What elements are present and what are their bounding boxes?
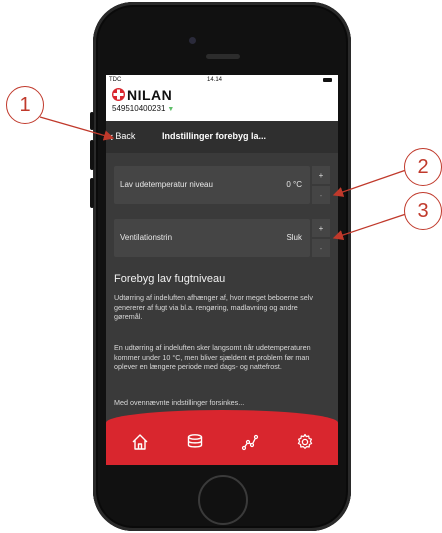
carrier-label: TDC [109,77,122,83]
info-paragraph: En udtørring af indeluften sker langsomt… [114,343,311,371]
phone-mute-switch [90,112,94,130]
back-button[interactable]: ‹ Back [109,128,136,144]
increase-button[interactable]: + [312,219,330,237]
battery-icon [323,78,332,82]
callout-3: 3 [404,192,442,230]
phone-frame: TDC 14.14 NILAN 549510400231 ▼ ‹ Back In… [93,2,351,531]
phone-screen: TDC 14.14 NILAN 549510400231 ▼ ‹ Back In… [106,75,338,465]
ventilation-stepper[interactable]: + - [312,219,330,257]
decrease-button[interactable]: - [312,186,330,204]
bottom-tab-bar [106,410,338,465]
home-icon [132,434,148,450]
status-time: 14.14 [207,77,223,83]
status-bar: TDC 14.14 [106,75,338,86]
navigation-bar: ‹ Back Indstillinger forebyg la... [106,121,338,153]
page-title: Indstillinger forebyg la... [162,131,267,141]
callout-1: 1 [6,86,44,124]
back-label: Back [115,131,136,141]
chevron-left-icon: ‹ [109,128,114,144]
setting-row-ventilation-step: Ventilationstrin Sluk [114,219,310,257]
earpiece-speaker [206,54,240,59]
setting-value: Sluk [286,233,302,242]
phone-home-button[interactable] [198,475,248,525]
info-paragraph: Med ovennævnte indstillinger forsinkes..… [114,398,245,407]
decrease-button[interactable]: - [312,239,330,257]
info-heading: Forebyg lav fugtniveau [114,273,226,285]
tab-layers[interactable] [183,430,207,454]
wifi-icon: ▼ [167,106,175,113]
brand-name: NILAN [127,87,173,103]
front-camera [189,37,196,44]
nilan-logo-icon [112,88,125,101]
increase-button[interactable]: + [312,166,330,184]
setting-value: 0 °C [286,180,302,189]
tab-graph[interactable] [238,430,262,454]
callout-2: 2 [404,148,442,186]
tab-settings[interactable] [293,430,317,454]
temp-stepper[interactable]: + - [312,166,330,204]
serial-number: 549510400231 [112,104,166,113]
app-header: TDC 14.14 NILAN 549510400231 ▼ [106,75,338,121]
phone-volume-button [90,178,94,208]
setting-row-low-outdoor-temp: Lav udetemperatur niveau 0 °C [114,166,310,204]
settings-gear-icon [297,433,313,449]
phone-volume-button [90,140,94,170]
setting-label: Lav udetemperatur niveau [120,180,213,189]
tab-home[interactable] [128,430,152,454]
device-serial[interactable]: 549510400231 ▼ [112,104,174,113]
layers-icon [187,434,203,448]
graph-icon [241,434,259,451]
info-paragraph: Udtørring af indeluften afhænger af, hvo… [114,293,313,321]
setting-label: Ventilationstrin [120,233,173,242]
